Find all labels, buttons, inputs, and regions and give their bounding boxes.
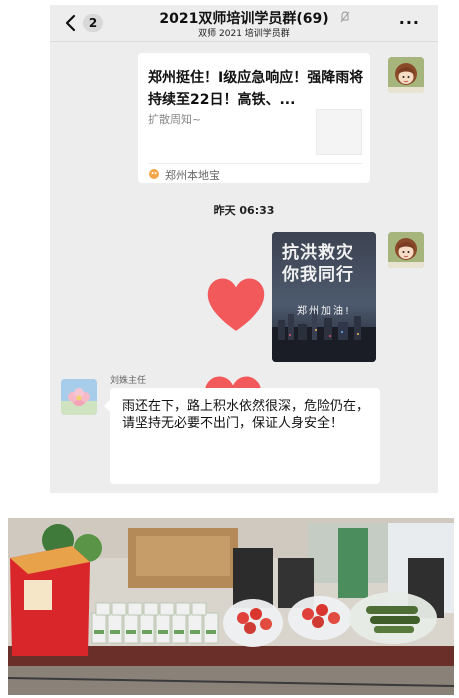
avatar[interactable]	[388, 232, 424, 268]
chat-title: 2021双师培训学员群(69)	[159, 11, 329, 27]
more-icon[interactable]: ···	[399, 13, 420, 32]
cartoon-girl-avatar-icon	[388, 232, 424, 268]
sender-name: 刘姝主任	[110, 376, 147, 386]
unread-count-badge[interactable]: 2	[83, 14, 103, 32]
timestamp: 昨天 06:33	[213, 204, 275, 217]
mute-icon	[340, 11, 350, 23]
photo-donated-supplies	[8, 518, 454, 695]
source-icon	[149, 169, 159, 179]
text-message-bubble[interactable]: 雨还在下，路上积水依然很深，危险仍在， 请坚持无必要不出门，保证人身安全！	[104, 388, 380, 484]
supplies-photo-icon	[8, 518, 454, 695]
avatar[interactable]	[388, 57, 424, 93]
message-text: 雨还在下，路上积水依然很深，危险仍在， 请坚持无必要不出门，保证人身安全！	[122, 399, 370, 431]
link-card-message[interactable]: 郑州挺住！Ⅰ级应急响应！强降雨将持续至22日！高铁、... 扩散周知~ 郑州本地…	[138, 53, 370, 183]
sender-avatar[interactable]	[61, 379, 97, 415]
back-icon[interactable]	[62, 14, 80, 32]
chat-screen: 2 2021双师培训学员群(69) 双师 2021 培训学员群 ··· 郑州挺住…	[50, 5, 438, 493]
cartoon-girl-avatar-icon	[388, 57, 424, 93]
navigation-bar: 2 2021双师培训学员群(69) 双师 2021 培训学员群 ···	[50, 5, 438, 42]
link-card-description: 扩散周知~	[148, 113, 202, 126]
heart-sticker-icon[interactable]	[205, 275, 267, 333]
link-card-source: 郑州本地宝	[165, 169, 220, 182]
link-card-title: 郑州挺住！Ⅰ级应急响应！强降雨将持续至22日！高铁、...	[148, 70, 364, 108]
chat-subtitle: 双师 2021 培训学员群	[198, 29, 290, 39]
poster-slogan: 郑州加油!	[296, 306, 351, 317]
flower-avatar-icon	[61, 379, 97, 415]
poster-image[interactable]: 抗洪救灾 你我同行 郑州加油!	[272, 232, 376, 362]
link-card-thumbnail	[316, 109, 362, 155]
poster-title: 抗洪救灾 你我同行	[282, 243, 354, 285]
divider	[148, 163, 362, 164]
